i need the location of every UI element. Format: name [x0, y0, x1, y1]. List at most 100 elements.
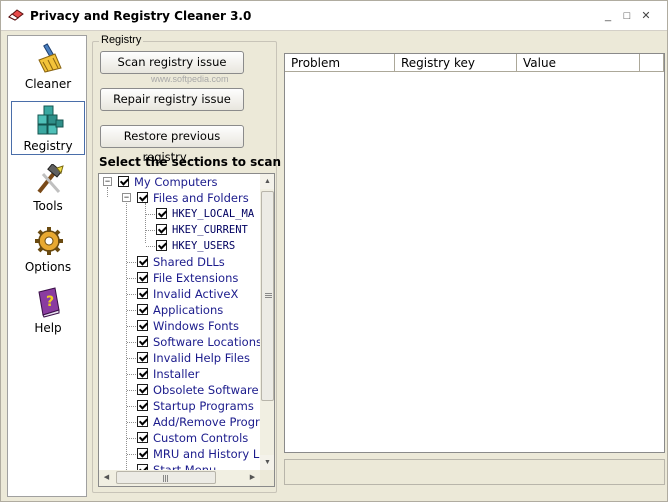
checkbox[interactable] [137, 432, 148, 443]
collapse-toggle[interactable]: − [103, 177, 112, 186]
nav-label-tools: Tools [33, 199, 63, 213]
close-button[interactable]: ✕ [640, 10, 652, 22]
checkbox[interactable] [118, 176, 129, 187]
tree-label: My Computers [134, 175, 218, 189]
column-header-value[interactable]: Value [517, 54, 640, 72]
tree-connector [127, 358, 136, 359]
checkbox[interactable] [137, 352, 148, 363]
gear-icon [35, 227, 63, 255]
checkbox[interactable] [137, 304, 148, 315]
nav-label-cleaner: Cleaner [24, 77, 72, 91]
scroll-right-arrow-icon[interactable]: ▶ [245, 470, 260, 486]
repair-registry-button[interactable]: Repair registry issue [100, 88, 244, 111]
checkbox[interactable] [137, 448, 148, 459]
tree-connector [127, 342, 136, 343]
tree-connector [127, 406, 136, 407]
checkbox[interactable] [137, 288, 148, 299]
tree-vertical-scrollbar[interactable]: ▲ ▼ [260, 174, 274, 470]
tree-label: Windows Fonts [153, 319, 240, 333]
tree-connector [127, 438, 136, 439]
window-title: Privacy and Registry Cleaner 3.0 [30, 9, 252, 23]
scroll-down-arrow-icon[interactable]: ▼ [260, 455, 274, 470]
tree-label: Applications [153, 303, 224, 317]
checkbox[interactable] [137, 320, 148, 331]
tree-connector [127, 374, 136, 375]
tree-label: Add/Remove Program [153, 415, 260, 429]
grip-line [167, 475, 168, 482]
minimize-button[interactable]: _ [602, 10, 614, 22]
nav-item-help[interactable]: ? Help [11, 284, 85, 338]
tree-label: Software Locations [153, 335, 260, 349]
collapse-toggle[interactable]: − [122, 193, 131, 202]
checkbox[interactable] [137, 416, 148, 427]
tree-label: Startup Programs [153, 399, 254, 413]
scroll-thumb[interactable] [261, 191, 274, 401]
tree-label: Installer [153, 367, 200, 381]
svg-text:?: ? [46, 294, 54, 310]
nav-label-help: Help [34, 321, 62, 335]
nav-item-tools[interactable]: Tools [11, 162, 85, 216]
results-list[interactable]: Problem Registry key Value [284, 53, 665, 453]
checkbox[interactable] [137, 400, 148, 411]
scroll-thumb[interactable] [116, 471, 216, 484]
checkbox[interactable] [137, 384, 148, 395]
checkbox[interactable] [137, 192, 148, 203]
tree-connector [107, 187, 108, 197]
grip-line [265, 295, 272, 296]
scroll-up-arrow-icon[interactable]: ▲ [260, 174, 274, 189]
checkbox[interactable] [137, 336, 148, 347]
nav-label-options: Options [24, 260, 72, 274]
tree-connector [127, 454, 136, 455]
tree-label: Obsolete Software [153, 383, 259, 397]
scrollbar-corner [260, 470, 274, 486]
tree-connector [127, 326, 136, 327]
tree-label: Invalid Help Files [153, 351, 250, 365]
checkbox[interactable] [137, 272, 148, 283]
checkbox[interactable] [137, 256, 148, 267]
tree-connector [146, 246, 155, 247]
tree-label: HKEY_USERS [172, 240, 236, 252]
column-header-registry-key[interactable]: Registry key [395, 54, 517, 72]
nav-item-registry[interactable]: Registry [11, 101, 85, 155]
checkbox[interactable] [137, 368, 148, 379]
tree-connector [146, 230, 155, 231]
tree-label: Custom Controls [153, 431, 249, 445]
registry-group-label: Registry [99, 34, 144, 46]
tree-label: Shared DLLs [153, 255, 225, 269]
tree-viewport: − My Computers − Files and Folders HKEY_… [99, 174, 260, 470]
registry-cubes-icon [37, 105, 64, 135]
maximize-button[interactable]: □ [621, 10, 633, 22]
sidebar-nav: Cleaner Registry Tools Options ? Help [7, 35, 87, 497]
tree-label: File Extensions [153, 271, 239, 285]
broom-icon [38, 43, 62, 73]
grip-line [265, 297, 272, 298]
scan-registry-button[interactable]: Scan registry issue [100, 51, 244, 74]
tree-connector [127, 262, 136, 263]
tree-connector [127, 390, 136, 391]
app-window: Privacy and Registry Cleaner 3.0 _ □ ✕ C… [0, 0, 668, 502]
tree-horizontal-scrollbar[interactable]: ◀ ▶ [99, 470, 260, 486]
checkbox[interactable] [156, 208, 167, 219]
tree-connector [127, 422, 136, 423]
scroll-left-arrow-icon[interactable]: ◀ [99, 470, 114, 486]
restore-registry-button[interactable]: Restore previous registry ... [100, 125, 244, 164]
nav-item-options[interactable]: Options [11, 223, 85, 277]
column-header-problem[interactable]: Problem [285, 54, 395, 72]
nav-label-registry: Registry [23, 139, 73, 153]
column-header-filler [640, 54, 664, 72]
tools-icon [37, 164, 64, 194]
tree-label: HKEY_CURRENT [172, 224, 248, 236]
tree-label: MRU and History Lists [153, 447, 260, 461]
nav-item-cleaner[interactable]: Cleaner [11, 40, 85, 94]
tree-connector [146, 214, 155, 215]
tree-connector [145, 203, 146, 243]
status-bar [284, 459, 665, 485]
title-bar[interactable]: Privacy and Registry Cleaner 3.0 _ □ ✕ [1, 1, 667, 31]
sections-tree[interactable]: − My Computers − Files and Folders HKEY_… [98, 173, 275, 487]
checkbox[interactable] [156, 224, 167, 235]
checkbox[interactable] [156, 240, 167, 251]
eraser-icon [8, 9, 24, 21]
tree-connector [127, 294, 136, 295]
sections-heading: Select the sections to scan [99, 155, 282, 169]
grip-line [265, 293, 272, 294]
